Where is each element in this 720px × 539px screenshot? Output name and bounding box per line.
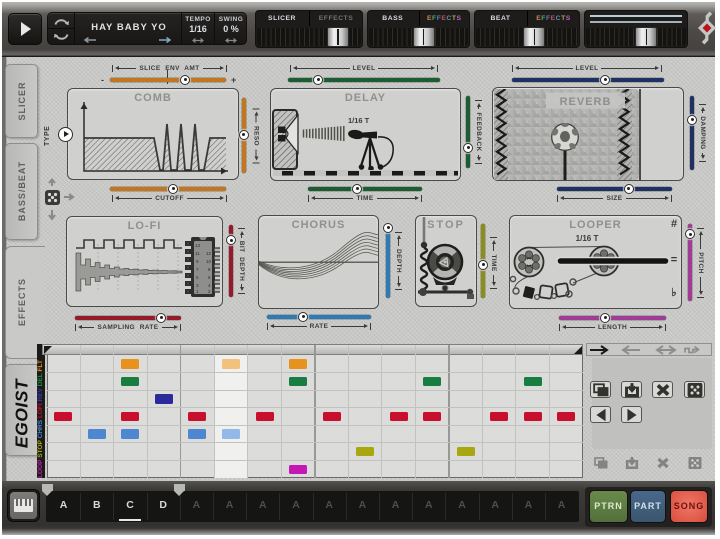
svg-text:10: 10 [206,259,212,264]
svg-text:1/16 T: 1/16 T [348,116,370,125]
svg-text:11: 11 [195,251,200,256]
svg-text:1/16 T: 1/16 T [576,234,599,243]
svg-text:13: 13 [195,243,201,248]
svg-text:REVERB: REVERB [559,96,611,108]
svg-text:12: 12 [206,251,212,256]
